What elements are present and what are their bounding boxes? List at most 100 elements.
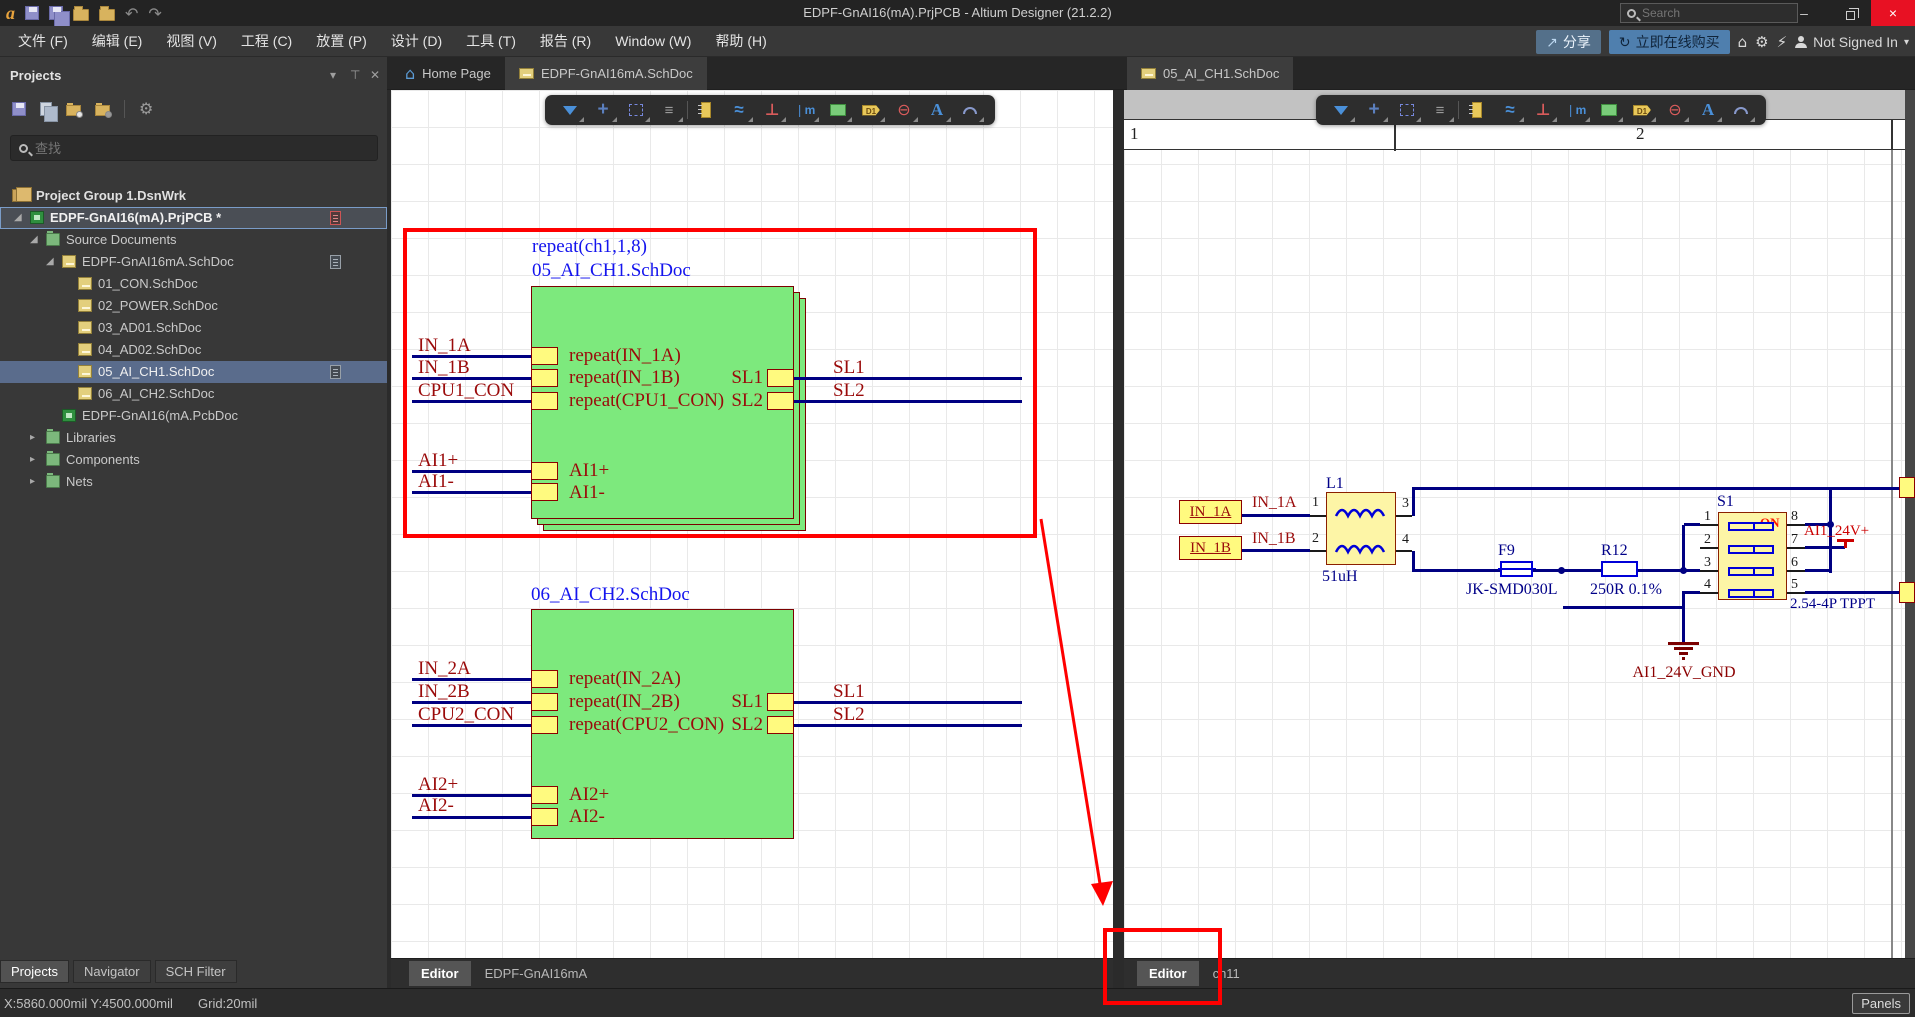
save-project-icon[interactable] [12, 102, 26, 116]
sheet-entry[interactable] [767, 716, 794, 734]
place-port-icon[interactable]: D1 [1627, 97, 1657, 123]
dip-rocker[interactable] [1728, 522, 1774, 531]
menu-place[interactable]: 放置 (P) [306, 27, 377, 55]
tab-schdoc-center[interactable]: EDPF-GnAI16mA.SchDoc [505, 57, 707, 90]
net-label[interactable]: IN_1A [1252, 494, 1296, 512]
component-value[interactable]: 2.54-4P TPPT [1790, 596, 1875, 613]
sheet-entry[interactable] [531, 693, 558, 711]
home-icon[interactable]: ⌂ [1738, 33, 1748, 51]
net-label[interactable]: IN_2B [418, 681, 470, 703]
place-port-icon[interactable]: D1 [856, 97, 886, 123]
net-label[interactable]: SL2 [833, 704, 865, 726]
menu-tools[interactable]: 工具 (T) [456, 27, 526, 55]
tab-navigator[interactable]: Navigator [73, 960, 151, 983]
place-sheet-symbol-icon[interactable] [1594, 97, 1624, 123]
search-input[interactable] [1642, 6, 1772, 20]
place-bus-entry-icon[interactable]: ❘m [1561, 97, 1591, 123]
menu-window[interactable]: Window (W) [605, 29, 701, 53]
tree-item-01-con[interactable]: 01_CON.SchDoc [0, 273, 387, 295]
align-icon[interactable]: ≡ [654, 97, 684, 123]
place-text-icon[interactable]: A [1693, 97, 1723, 123]
place-bus-entry-icon[interactable]: ❘m [790, 97, 820, 123]
panel-settings-icon[interactable]: ⚙ [139, 101, 153, 117]
collapse-icon[interactable]: ▸ [30, 471, 35, 493]
sheet-entry-label[interactable]: AI2+ [569, 784, 609, 806]
sheet-entry[interactable] [531, 670, 558, 688]
dip-rocker[interactable] [1728, 567, 1774, 576]
sheet-entry-label[interactable]: repeat(IN_2A) [569, 668, 681, 690]
menu-design[interactable]: 设计 (D) [381, 27, 452, 55]
component-l1[interactable] [1326, 492, 1396, 565]
collapse-icon[interactable]: ▸ [30, 449, 35, 471]
sheet-entry-label[interactable]: SL2 [721, 714, 763, 736]
menu-edit[interactable]: 编辑 (E) [82, 27, 153, 55]
place-no-erc-icon[interactable]: ⊖ [889, 97, 919, 123]
tree-item-source-documents[interactable]: ◢ Source Documents [0, 229, 387, 251]
component-f9-fuse[interactable] [1500, 561, 1533, 577]
expand-icon[interactable]: ◢ [14, 207, 22, 229]
net-label[interactable]: CPU2_CON [418, 704, 514, 726]
schematic-editor-center[interactable]: + ≡ ≈ ⊥ ❘m D1 ⊖ A repeat(ch1,1,8) 05_AI_… [391, 90, 1113, 958]
designator[interactable]: F9 [1498, 542, 1515, 560]
power-net-label[interactable]: AI1_24V+ [1804, 523, 1869, 540]
place-arc-icon[interactable] [955, 97, 985, 123]
designator[interactable]: S1 [1717, 493, 1734, 511]
place-sheet-symbol-icon[interactable] [823, 97, 853, 123]
tree-item-pcbdoc[interactable]: EDPF-GnAI16(mA.PcbDoc [0, 405, 387, 427]
editor-splitter[interactable] [1113, 90, 1124, 958]
sheet-entry[interactable] [531, 808, 558, 826]
tree-item-prjpcb[interactable]: ◢ EDPF-GnAI16(mA).PrjPCB * [0, 207, 387, 229]
tree-item-06-ai-ch2[interactable]: 06_AI_CH2.SchDoc [0, 383, 387, 405]
filter-icon[interactable] [555, 97, 585, 123]
menu-file[interactable]: 文件 (F) [8, 27, 78, 55]
designator[interactable]: L1 [1326, 475, 1344, 493]
projects-search-input[interactable] [35, 141, 335, 156]
restore-button[interactable] [1828, 0, 1872, 26]
close-button[interactable]: × [1871, 0, 1915, 26]
sheet-entry-label[interactable]: repeat(CPU2_CON) [569, 714, 724, 736]
collapse-icon[interactable]: ▸ [30, 427, 35, 449]
component-value[interactable]: JK-SMD030L [1466, 581, 1558, 599]
tree-item-project-group[interactable]: Project Group 1.DsnWrk [0, 185, 387, 207]
menu-help[interactable]: 帮助 (H) [705, 27, 776, 55]
sheet-entry[interactable] [767, 693, 794, 711]
explore-project-icon[interactable] [66, 105, 81, 116]
tree-item-nets[interactable]: ▸ Nets [0, 471, 387, 493]
place-wire-icon[interactable]: ≈ [1495, 97, 1525, 123]
net-label[interactable]: IN_2A [418, 658, 471, 680]
designator[interactable]: R12 [1601, 542, 1628, 560]
tree-item-05-ai-ch1[interactable]: 05_AI_CH1.SchDoc [0, 361, 387, 383]
sheet-filename[interactable]: 06_AI_CH2.SchDoc [531, 584, 690, 606]
select-area-icon[interactable] [1392, 97, 1422, 123]
tree-item-03-ad01[interactable]: 03_AD01.SchDoc [0, 317, 387, 339]
tab-projects[interactable]: Projects [0, 960, 69, 983]
vertical-scrollbar[interactable] [1905, 90, 1915, 958]
share-button[interactable]: ↗分享 [1536, 30, 1601, 54]
gear-icon[interactable]: ⚙ [1755, 33, 1768, 51]
expand-icon[interactable]: ◢ [30, 229, 38, 251]
menu-project[interactable]: 工程 (C) [231, 27, 302, 55]
panel-pin-icon[interactable]: ⊤ [350, 68, 360, 82]
component-value[interactable]: 51uH [1322, 568, 1358, 586]
port-in-1b[interactable]: IN_1B [1179, 536, 1242, 560]
dip-rocker[interactable] [1728, 589, 1774, 598]
sheet-entry-label[interactable]: AI2- [569, 806, 605, 828]
place-no-erc-icon[interactable]: ⊖ [1660, 97, 1690, 123]
place-ground-icon[interactable]: ⊥ [757, 97, 787, 123]
minimize-button[interactable]: – [1782, 0, 1826, 26]
align-icon[interactable]: ≡ [1425, 97, 1455, 123]
place-arc-icon[interactable] [1726, 97, 1756, 123]
menu-view[interactable]: 视图 (V) [156, 27, 227, 55]
place-ground-icon[interactable]: ⊥ [1528, 97, 1558, 123]
tab-edpf-gnai16ma[interactable]: EDPF-GnAI16mA [473, 961, 600, 986]
panels-button[interactable]: Panels [1852, 993, 1910, 1014]
filter-icon[interactable] [1326, 97, 1356, 123]
menu-reports[interactable]: 报告 (R) [530, 27, 601, 55]
global-search[interactable] [1620, 3, 1798, 23]
panel-close-icon[interactable]: ✕ [370, 68, 380, 82]
tab-home-page[interactable]: ⌂ Home Page [391, 57, 505, 90]
tree-item-libraries[interactable]: ▸ Libraries [0, 427, 387, 449]
net-label[interactable]: AI2+ [418, 774, 458, 796]
sign-in-menu[interactable]: Not Signed In ▾ [1795, 34, 1909, 50]
place-text-icon[interactable]: A [922, 97, 952, 123]
